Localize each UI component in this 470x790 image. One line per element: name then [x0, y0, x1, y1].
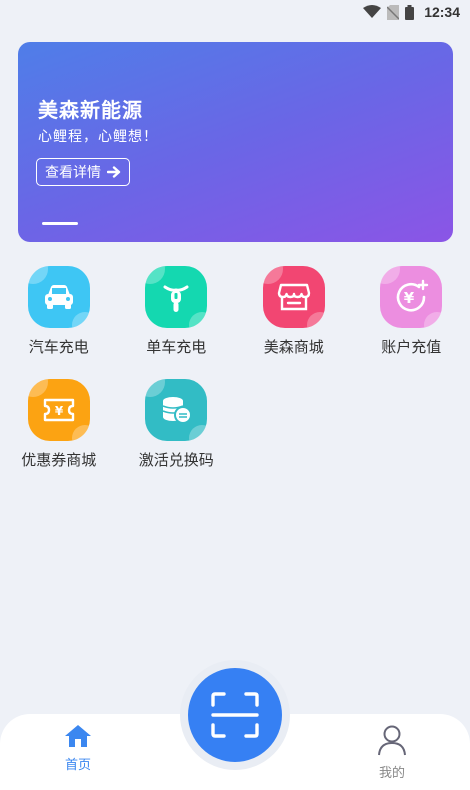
- grid-item-coupon-store[interactable]: ¥ 优惠券商城: [0, 379, 118, 470]
- car-icon: [44, 285, 73, 309]
- home-icon: [65, 725, 91, 747]
- grid-item-store[interactable]: 美森商城: [235, 266, 353, 357]
- promo-banner[interactable]: 美森新能源 心鲤程，心鲤想！ 查看详情: [18, 42, 453, 242]
- activate-tile: [145, 379, 208, 441]
- svg-text:¥: ¥: [55, 404, 64, 418]
- coupon-icon: ¥: [43, 398, 74, 422]
- grid-item-car-charging[interactable]: 汽车充电: [0, 266, 118, 357]
- grid-label: 汽车充电: [28, 338, 89, 356]
- scooter-tile: [145, 266, 208, 328]
- user-icon: [378, 725, 406, 756]
- grid-label: 账户充值: [381, 338, 442, 356]
- tab-home[interactable]: 首页: [38, 724, 118, 773]
- banner-title: 美森新能源: [38, 98, 143, 122]
- recharge-tile: ¥: [380, 266, 443, 328]
- car-tile: [27, 266, 90, 328]
- yuan-coin-icon: ¥: [396, 279, 429, 312]
- svg-text:¥: ¥: [404, 289, 415, 307]
- grid-item-account-recharge[interactable]: ¥ 账户充值: [353, 266, 470, 357]
- tab-mine-label: 我的: [378, 766, 405, 781]
- carousel-indicator[interactable]: [42, 222, 78, 225]
- banner-details-button[interactable]: 查看详情: [36, 158, 130, 186]
- service-grid: 汽车充电 单车充电 美森商城 ¥ 账户充值 ¥ 优惠券商城 激活兑换码: [0, 266, 470, 470]
- banner-subtitle: 心鲤程，心鲤想！: [38, 129, 158, 145]
- coupon-tile: ¥: [27, 379, 90, 441]
- scan-button[interactable]: [188, 668, 282, 762]
- grid-item-bike-charging[interactable]: 单车充电: [118, 266, 236, 357]
- no-sim-icon: [387, 4, 400, 20]
- grid-label: 单车充电: [146, 338, 207, 356]
- scooter-icon: [163, 285, 189, 312]
- tab-home-label: 首页: [64, 758, 91, 773]
- tab-mine[interactable]: 我的: [352, 724, 432, 781]
- grid-label: 激活兑换码: [138, 451, 214, 469]
- status-time: 12:34: [424, 4, 460, 20]
- grid-label: 美森商城: [263, 338, 324, 356]
- grid-label: 优惠券商城: [21, 451, 97, 469]
- wifi-icon: [363, 5, 382, 18]
- status-bar: 12:34: [0, 0, 470, 24]
- store-icon: [277, 283, 310, 311]
- grid-item-activate-code[interactable]: 激活兑换码: [118, 379, 236, 470]
- arrow-right-icon: [107, 166, 121, 178]
- coin-stack-icon: [162, 397, 193, 424]
- banner-details-label: 查看详情: [45, 165, 101, 181]
- battery-icon: [405, 4, 415, 20]
- store-tile: [262, 266, 325, 328]
- scan-icon: [211, 692, 259, 738]
